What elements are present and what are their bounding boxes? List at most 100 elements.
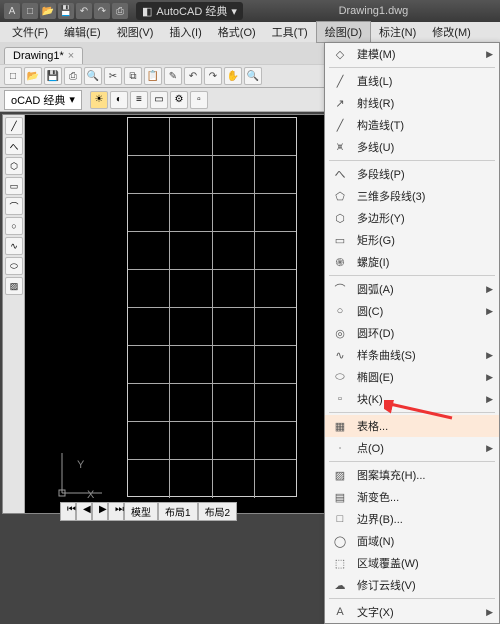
menu-file[interactable]: 文件(F) [4, 22, 56, 42]
menu-item-icon: ▤ [331, 489, 349, 505]
menu-format[interactable]: 格式(O) [210, 22, 264, 42]
new-icon[interactable]: □ [4, 67, 22, 85]
close-icon[interactable]: × [68, 50, 74, 62]
menu-item-label: 螺旋(I) [357, 254, 493, 270]
tab-layout2[interactable]: 布局2 [198, 502, 238, 521]
undo-icon[interactable]: ↶ [184, 67, 202, 85]
print-icon[interactable]: ⎙ [112, 3, 128, 19]
tab-nav-next[interactable]: ▶ [92, 502, 108, 521]
title-bar: A □ 📂 💾 ↶ ↷ ⎙ ◧ AutoCAD 经典 ▾ Drawing1.dw… [0, 0, 500, 22]
cut-icon[interactable]: ✂ [104, 67, 122, 85]
spline-icon[interactable]: ∿ [5, 237, 23, 255]
hatch-icon[interactable]: ▨ [5, 277, 23, 295]
preview-icon[interactable]: 🔍 [84, 67, 102, 85]
menu-item-icon: ∙ [331, 440, 349, 456]
menu-item-label: 图案填充(H)... [357, 467, 493, 483]
menu-item[interactable]: ○圆(C)▶ [325, 300, 499, 322]
workspace-label: oCAD 经典 [11, 92, 65, 108]
save-icon[interactable]: 💾 [44, 67, 62, 85]
menu-item[interactable]: ∙点(O)▶ [325, 437, 499, 459]
tab-model[interactable]: 模型 [124, 502, 158, 521]
menu-dimension[interactable]: 标注(N) [371, 22, 424, 42]
tool-icon[interactable]: ⚙ [170, 91, 188, 109]
submenu-arrow-icon: ▶ [486, 306, 493, 317]
save-icon[interactable]: 💾 [58, 3, 74, 19]
tab-nav-prev[interactable]: ◀ [76, 502, 92, 521]
new-icon[interactable]: □ [22, 3, 38, 19]
menu-item[interactable]: へ多段线(P) [325, 163, 499, 185]
menu-item[interactable]: ╱直线(L) [325, 70, 499, 92]
undo-icon[interactable]: ↶ [76, 3, 92, 19]
menu-item[interactable]: ◯面域(N) [325, 530, 499, 552]
toggle-icon[interactable]: ◐ [110, 91, 128, 109]
menu-item-label: 区域覆盖(W) [357, 555, 493, 571]
print-icon[interactable]: ⎙ [64, 67, 82, 85]
tab-layout1[interactable]: 布局1 [158, 502, 198, 521]
menu-item[interactable]: ↗射线(R) [325, 92, 499, 114]
menu-item[interactable]: □边界(B)... [325, 508, 499, 530]
document-title: Drawing1.dwg [247, 5, 500, 17]
zoom-icon[interactable]: 🔍 [244, 67, 262, 85]
menu-item-icon: ☁ [331, 577, 349, 593]
line-icon[interactable]: ╱ [5, 117, 23, 135]
arc-icon[interactable]: ⌒ [5, 197, 23, 215]
circle-icon[interactable]: ○ [5, 217, 23, 235]
menu-draw[interactable]: 绘图(D) [316, 21, 371, 43]
menu-item[interactable]: ◇建模(M)▶ [325, 43, 499, 65]
menu-item[interactable]: ╱构造线(T) [325, 114, 499, 136]
layer-icon[interactable]: ☀ [90, 91, 108, 109]
block-icon[interactable]: ▫ [190, 91, 208, 109]
pan-icon[interactable]: ✋ [224, 67, 242, 85]
match-icon[interactable]: ✎ [164, 67, 182, 85]
properties-icon[interactable]: ≡ [130, 91, 148, 109]
menu-item[interactable]: ⬠三维多段线(3) [325, 185, 499, 207]
copy-icon[interactable]: ⧉ [124, 67, 142, 85]
ellipse-icon[interactable]: ⬭ [5, 257, 23, 275]
menu-item[interactable]: ▤ 渐变色... [325, 486, 499, 508]
menu-item[interactable]: ◎圆环(D) [325, 322, 499, 344]
tab-nav-first[interactable]: ⏮ [60, 502, 76, 521]
menu-item[interactable]: ▨图案填充(H)... [325, 464, 499, 486]
menu-item-icon: ⩙ [331, 139, 349, 155]
menu-item-label: 椭圆(E) [357, 369, 478, 385]
menu-item[interactable]: ⬚区域覆盖(W) [325, 552, 499, 574]
open-icon[interactable]: 📂 [24, 67, 42, 85]
open-icon[interactable]: 📂 [40, 3, 56, 19]
menu-item[interactable]: ▭矩形(G) [325, 229, 499, 251]
menu-edit[interactable]: 编辑(E) [56, 22, 109, 42]
menu-item[interactable]: ⩙多线(U) [325, 136, 499, 158]
polygon-icon[interactable]: ⬡ [5, 157, 23, 175]
submenu-arrow-icon: ▶ [486, 49, 493, 60]
sheet-icon[interactable]: ▭ [150, 91, 168, 109]
menu-item[interactable]: ⌒圆弧(A)▶ [325, 278, 499, 300]
polyline-icon[interactable]: へ [5, 137, 23, 155]
workspace-switcher[interactable]: ◧ AutoCAD 经典 ▾ [136, 2, 243, 20]
tab-nav-last[interactable]: ⏭ [108, 502, 124, 521]
menu-item-icon: ◎ [331, 325, 349, 341]
paste-icon[interactable]: 📋 [144, 67, 162, 85]
app-menu-icon[interactable]: A [4, 3, 20, 19]
menu-modify[interactable]: 修改(M) [424, 22, 479, 42]
menu-item[interactable]: ⬭椭圆(E)▶ [325, 366, 499, 388]
menu-tools[interactable]: 工具(T) [264, 22, 316, 42]
menu-item-label: 建模(M) [357, 46, 478, 62]
menu-item[interactable]: ☁ 修订云线(V) [325, 574, 499, 596]
menu-item-label: 渐变色... [357, 489, 493, 505]
submenu-arrow-icon: ▶ [486, 350, 493, 361]
document-tab[interactable]: Drawing1* × [4, 47, 83, 64]
ucs-icon: Y X [57, 448, 107, 501]
menu-item[interactable]: ֍螺旋(I) [325, 251, 499, 273]
menu-item[interactable]: ⬡多边形(Y) [325, 207, 499, 229]
redo-icon[interactable]: ↷ [204, 67, 222, 85]
menu-insert[interactable]: 插入(I) [161, 22, 209, 42]
menu-view[interactable]: 视图(V) [109, 22, 162, 42]
submenu-arrow-icon: ▶ [486, 443, 493, 454]
menu-item[interactable]: A文字(X)▶ [325, 601, 499, 623]
redo-icon[interactable]: ↷ [94, 3, 110, 19]
workspace-dropdown[interactable]: oCAD 经典 ▾ [4, 90, 82, 110]
menu-item-label: 修订云线(V) [357, 577, 493, 593]
menu-item[interactable]: ∿样条曲线(S)▶ [325, 344, 499, 366]
menu-item-label: 多边形(Y) [357, 210, 493, 226]
rectangle-icon[interactable]: ▭ [5, 177, 23, 195]
workspace-label: AutoCAD 经典 [156, 3, 227, 19]
